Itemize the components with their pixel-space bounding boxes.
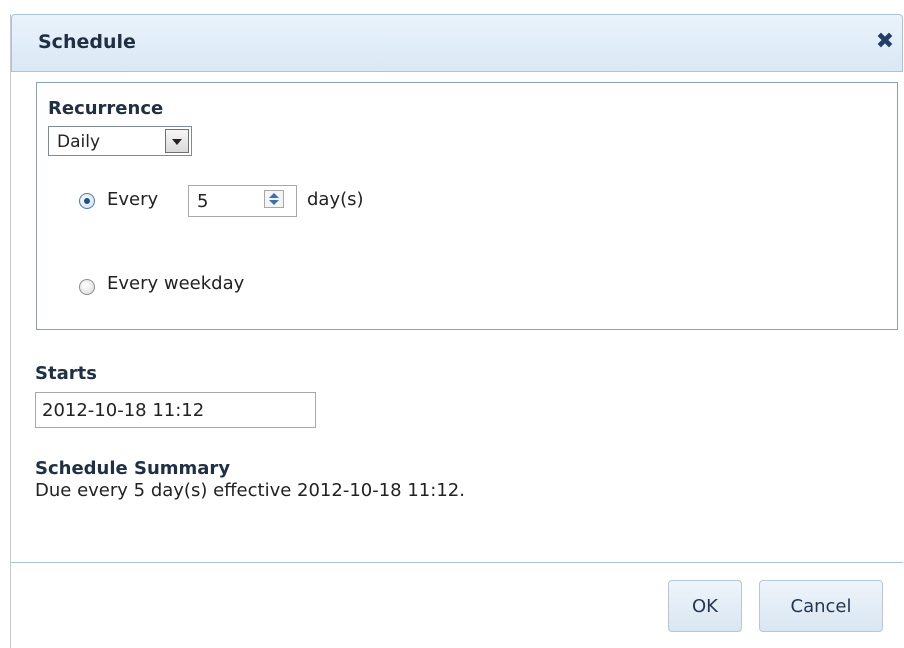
schedule-summary-text: Due every 5 day(s) effective 2012-10-18 … — [35, 480, 465, 501]
close-icon[interactable]: ✖ — [870, 25, 900, 59]
ok-button[interactable]: OK — [668, 580, 742, 632]
dialog-title: Schedule — [38, 31, 136, 53]
schedule-dialog: Schedule ✖ Recurrence Daily Every 5 day(… — [10, 14, 903, 648]
starts-input[interactable] — [35, 392, 316, 428]
dialog-titlebar: Schedule ✖ — [11, 14, 903, 72]
schedule-summary-label: Schedule Summary — [35, 458, 231, 479]
stepper-arrows-icon[interactable] — [264, 190, 284, 208]
frequency-select-value: Daily — [57, 132, 101, 152]
days-stepper[interactable]: 5 — [188, 185, 297, 217]
footer-divider — [11, 562, 903, 563]
cancel-button[interactable]: Cancel — [759, 580, 883, 632]
recurrence-label: Recurrence — [48, 98, 164, 119]
chevron-down-icon[interactable] — [165, 129, 189, 153]
starts-label: Starts — [35, 363, 97, 384]
frequency-select[interactable]: Daily — [48, 126, 192, 156]
every-label: Every — [107, 189, 159, 210]
every-weekday-label: Every weekday — [107, 273, 245, 294]
every-weekday-radio[interactable] — [79, 279, 95, 295]
days-unit-label: day(s) — [307, 189, 364, 210]
recurrence-panel: Recurrence Daily Every 5 day(s) Every we… — [36, 82, 898, 330]
days-stepper-value: 5 — [197, 191, 209, 212]
every-n-days-radio[interactable] — [79, 193, 95, 209]
